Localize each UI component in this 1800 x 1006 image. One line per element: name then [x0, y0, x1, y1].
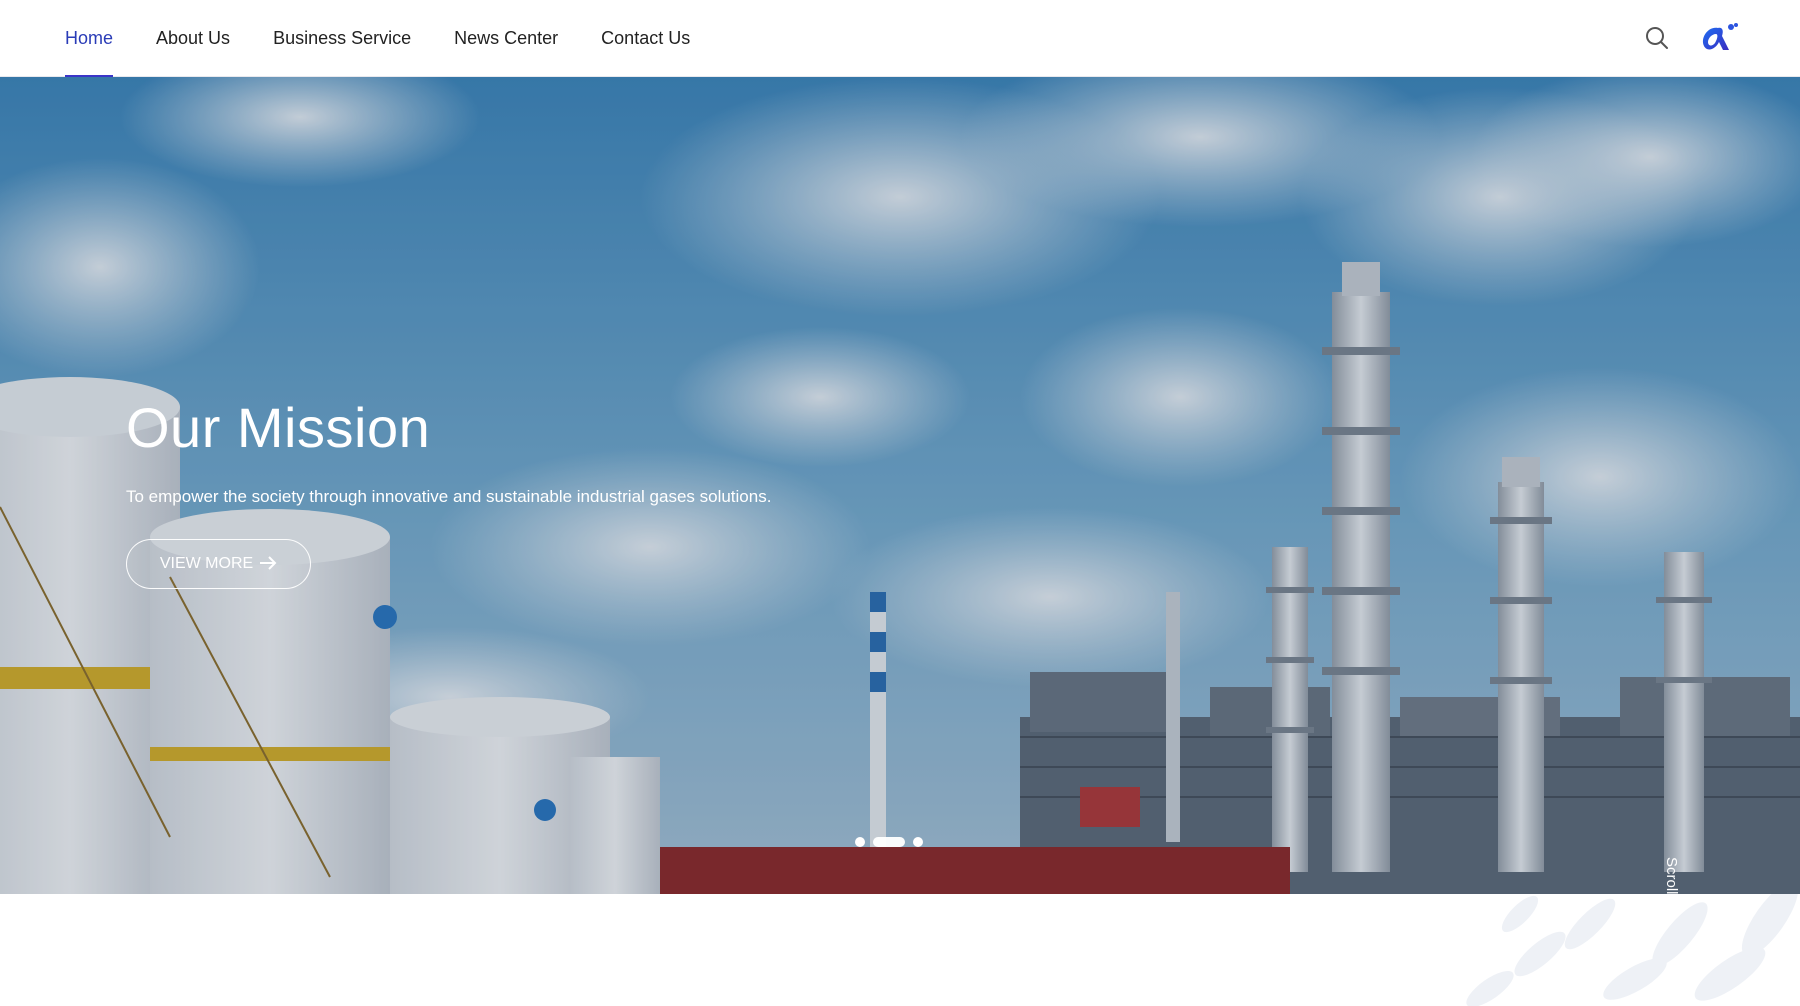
hero-subtitle: To empower the society through innovativ… — [126, 487, 772, 506]
nav-item-home[interactable]: Home — [65, 0, 114, 77]
brand-logo-icon[interactable] — [1698, 20, 1738, 56]
search-icon[interactable] — [1644, 25, 1670, 51]
site-header: Home About Us Business Service News Cent… — [0, 0, 1800, 77]
hero-banner: Our Mission To empower the society throu… — [0, 77, 1800, 894]
main-nav: Home About Us Business Service News Cent… — [65, 0, 733, 77]
scroll-down-label[interactable]: Scroll down — [1663, 857, 1680, 894]
nav-item-news-center[interactable]: News Center — [454, 0, 558, 77]
hero-background-image — [0, 77, 1800, 894]
content-section — [0, 894, 1800, 1006]
carousel-dot-3[interactable] — [913, 837, 923, 847]
hero-title: Our Mission — [126, 396, 431, 459]
view-more-label: VIEW MORE — [159, 555, 254, 572]
leaf-decoration-icon — [1466, 894, 1799, 1006]
carousel-dot-1[interactable] — [855, 837, 865, 847]
nav-item-contact-us[interactable]: Contact Us — [601, 0, 690, 77]
view-more-button[interactable]: VIEW MORE — [126, 539, 311, 589]
nav-item-about-us[interactable]: About Us — [156, 0, 230, 77]
carousel-dot-2[interactable] — [873, 837, 905, 847]
carousel-dots — [855, 836, 931, 848]
arrow-right-icon — [259, 554, 277, 575]
nav-item-business-service[interactable]: Business Service — [273, 0, 411, 77]
